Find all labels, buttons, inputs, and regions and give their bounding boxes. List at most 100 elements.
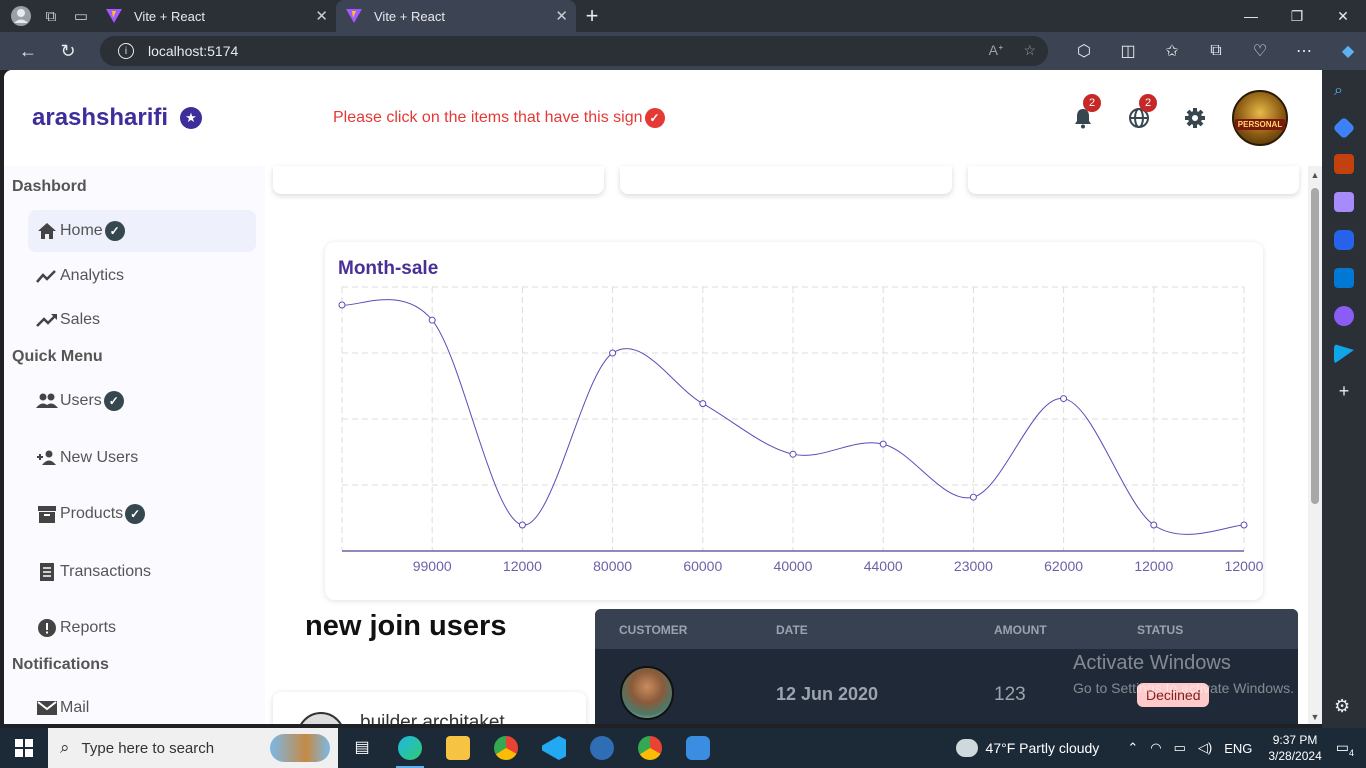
games-icon[interactable] bbox=[1334, 192, 1354, 212]
brand-logo[interactable]: arashsharifi bbox=[32, 104, 168, 132]
sidebar-item-new-users[interactable]: New Users bbox=[28, 437, 256, 479]
new-user-card[interactable]: builder architaket bbox=[273, 692, 586, 724]
browser-tab-bar: ⧉ ▭ Vite + React ✕ Vite + React ✕ + — ❐ … bbox=[0, 0, 1366, 32]
data-point bbox=[428, 316, 436, 324]
url-text: localhost:5174 bbox=[148, 43, 239, 59]
tab-2[interactable]: Vite + React ✕ bbox=[336, 0, 576, 32]
split-screen-icon[interactable]: ◫ bbox=[1106, 41, 1150, 61]
designer-icon[interactable] bbox=[1334, 306, 1354, 326]
data-point bbox=[879, 440, 887, 448]
search-icon[interactable]: ⌕ bbox=[1334, 82, 1354, 102]
add-icon[interactable]: + bbox=[1334, 382, 1354, 402]
sidebar-item-products[interactable]: Products ✓ bbox=[28, 493, 256, 535]
x-tick-label: 12000 bbox=[503, 558, 542, 574]
performance-icon[interactable]: ♡ bbox=[1238, 41, 1282, 61]
notification-count: 4 bbox=[1348, 747, 1354, 758]
sidebar-item-home[interactable]: Home ✓ bbox=[28, 210, 256, 252]
url-field[interactable]: i localhost:5174 Aᐩ ☆ bbox=[100, 36, 1048, 66]
hint-text: Please click on the items that have this… bbox=[333, 109, 643, 126]
refresh-button[interactable]: ↻ bbox=[48, 32, 88, 70]
office-icon[interactable] bbox=[1334, 230, 1354, 250]
scroll-down-icon[interactable]: ▼ bbox=[1310, 712, 1320, 722]
more-menu-icon[interactable]: ⋯ bbox=[1282, 41, 1326, 61]
minimize-button[interactable]: — bbox=[1228, 0, 1274, 32]
vscode-icon bbox=[542, 736, 566, 760]
sidebar-item-label: Analytics bbox=[60, 267, 125, 284]
sidebar-item-label: Users bbox=[60, 392, 102, 409]
new-tab-button[interactable]: + bbox=[576, 0, 608, 32]
sidebar-item-transactions[interactable]: Transactions bbox=[28, 551, 256, 593]
windows-start-button[interactable] bbox=[0, 728, 48, 768]
read-aloud-icon[interactable]: Aᐩ bbox=[989, 42, 1004, 59]
transaction-date: 12 Jun 2020 bbox=[776, 684, 879, 704]
restore-button[interactable]: ❐ bbox=[1274, 0, 1320, 32]
battery-icon[interactable]: ▭ bbox=[1174, 740, 1186, 756]
sidebar-item-users[interactable]: Users ✓ bbox=[28, 380, 256, 422]
shopping-icon[interactable] bbox=[1332, 116, 1356, 140]
collections-icon[interactable]: ⧉ bbox=[1194, 42, 1238, 60]
close-icon[interactable]: ✕ bbox=[555, 7, 568, 25]
favorite-star-icon[interactable]: ☆ bbox=[1023, 42, 1036, 59]
person-add-icon bbox=[36, 448, 58, 468]
clock[interactable]: 9:37 PM 3/28/2024 bbox=[1268, 732, 1321, 764]
sidebar-item-label: Home bbox=[60, 222, 103, 239]
sidebar-item-reports[interactable]: Reports bbox=[28, 607, 256, 649]
avatar-text: PERSONAL bbox=[1234, 119, 1286, 130]
data-point bbox=[518, 521, 526, 529]
user-avatar[interactable]: PERSONAL bbox=[1232, 90, 1288, 146]
info-icon[interactable]: i bbox=[118, 43, 134, 59]
windows-icon bbox=[15, 739, 33, 757]
favorites-icon[interactable]: ✩ bbox=[1150, 41, 1194, 61]
edge-icon bbox=[398, 736, 422, 760]
edge-app[interactable] bbox=[386, 728, 434, 768]
vscode-app[interactable] bbox=[530, 728, 578, 768]
tab-1[interactable]: Vite + React ✕ bbox=[96, 0, 336, 32]
language-indicator[interactable]: ENG bbox=[1224, 741, 1252, 756]
file-explorer-app[interactable] bbox=[434, 728, 482, 768]
extensions-icon[interactable]: ⬡ bbox=[1062, 41, 1106, 61]
vite-app[interactable] bbox=[578, 728, 626, 768]
sidebar-item-label: Transactions bbox=[60, 563, 151, 580]
sidebar-item-analytics[interactable]: Analytics bbox=[28, 255, 256, 297]
taskbar-search[interactable]: ⌕ Type here to search bbox=[48, 728, 338, 768]
scrollbar-thumb[interactable] bbox=[1311, 188, 1319, 504]
line-chart-svg: 99000 12000 80000 60000 40000 44000 23000 62000… bbox=[338, 286, 1263, 574]
column-header-status: STATUS bbox=[1137, 623, 1184, 637]
language-button[interactable]: 2 bbox=[1127, 94, 1157, 130]
chrome-profile-app[interactable] bbox=[626, 728, 674, 768]
send-icon[interactable] bbox=[1334, 344, 1354, 364]
sidebar-item-mail[interactable]: Mail bbox=[28, 687, 256, 724]
page-scrollbar[interactable]: ▲ ▼ bbox=[1308, 166, 1322, 724]
task-view-button[interactable]: ▤ bbox=[338, 728, 386, 768]
user-name: builder architaket bbox=[360, 712, 505, 724]
tab-actions-icon[interactable]: ▭ bbox=[66, 1, 96, 31]
copilot-icon[interactable]: ◆ bbox=[1326, 41, 1366, 61]
sidebar-item-label: Products bbox=[60, 505, 124, 522]
workspaces-icon[interactable]: ⧉ bbox=[36, 1, 66, 31]
notification-center-button[interactable]: ▭4 bbox=[1336, 739, 1354, 758]
scroll-up-icon[interactable]: ▲ bbox=[1310, 170, 1320, 180]
close-icon[interactable]: ✕ bbox=[315, 7, 328, 25]
sidebar-item-sales[interactable]: Sales bbox=[28, 299, 256, 341]
tools-icon[interactable] bbox=[1334, 154, 1354, 174]
notifications-button[interactable]: 2 bbox=[1071, 94, 1101, 130]
close-window-button[interactable]: ✕ bbox=[1320, 0, 1366, 32]
wifi-icon[interactable]: ◠ bbox=[1150, 740, 1161, 756]
volume-icon[interactable]: ◁) bbox=[1198, 740, 1212, 756]
data-point bbox=[1150, 521, 1158, 529]
report-icon bbox=[36, 618, 58, 638]
browser-app[interactable] bbox=[674, 728, 722, 768]
notification-count-badge: 2 bbox=[1083, 94, 1101, 112]
chevron-up-icon[interactable]: ⌃ bbox=[1127, 740, 1138, 756]
edge-settings-icon[interactable]: ⚙ bbox=[1334, 696, 1350, 717]
table-header: CUSTOMER DATE AMOUNT STATUS bbox=[595, 609, 1298, 649]
data-point bbox=[789, 450, 797, 458]
settings-button[interactable] bbox=[1183, 106, 1207, 130]
page-viewport: arashsharifi ★ Please click on the items… bbox=[4, 70, 1322, 724]
chrome-app[interactable] bbox=[482, 728, 530, 768]
profile-icon[interactable] bbox=[6, 1, 36, 31]
section-title-notifications: Notifications bbox=[12, 656, 109, 673]
back-button[interactable]: ← bbox=[8, 32, 48, 70]
weather-widget[interactable]: 47°F Partly cloudy bbox=[955, 739, 1099, 757]
outlook-icon[interactable] bbox=[1334, 268, 1354, 288]
